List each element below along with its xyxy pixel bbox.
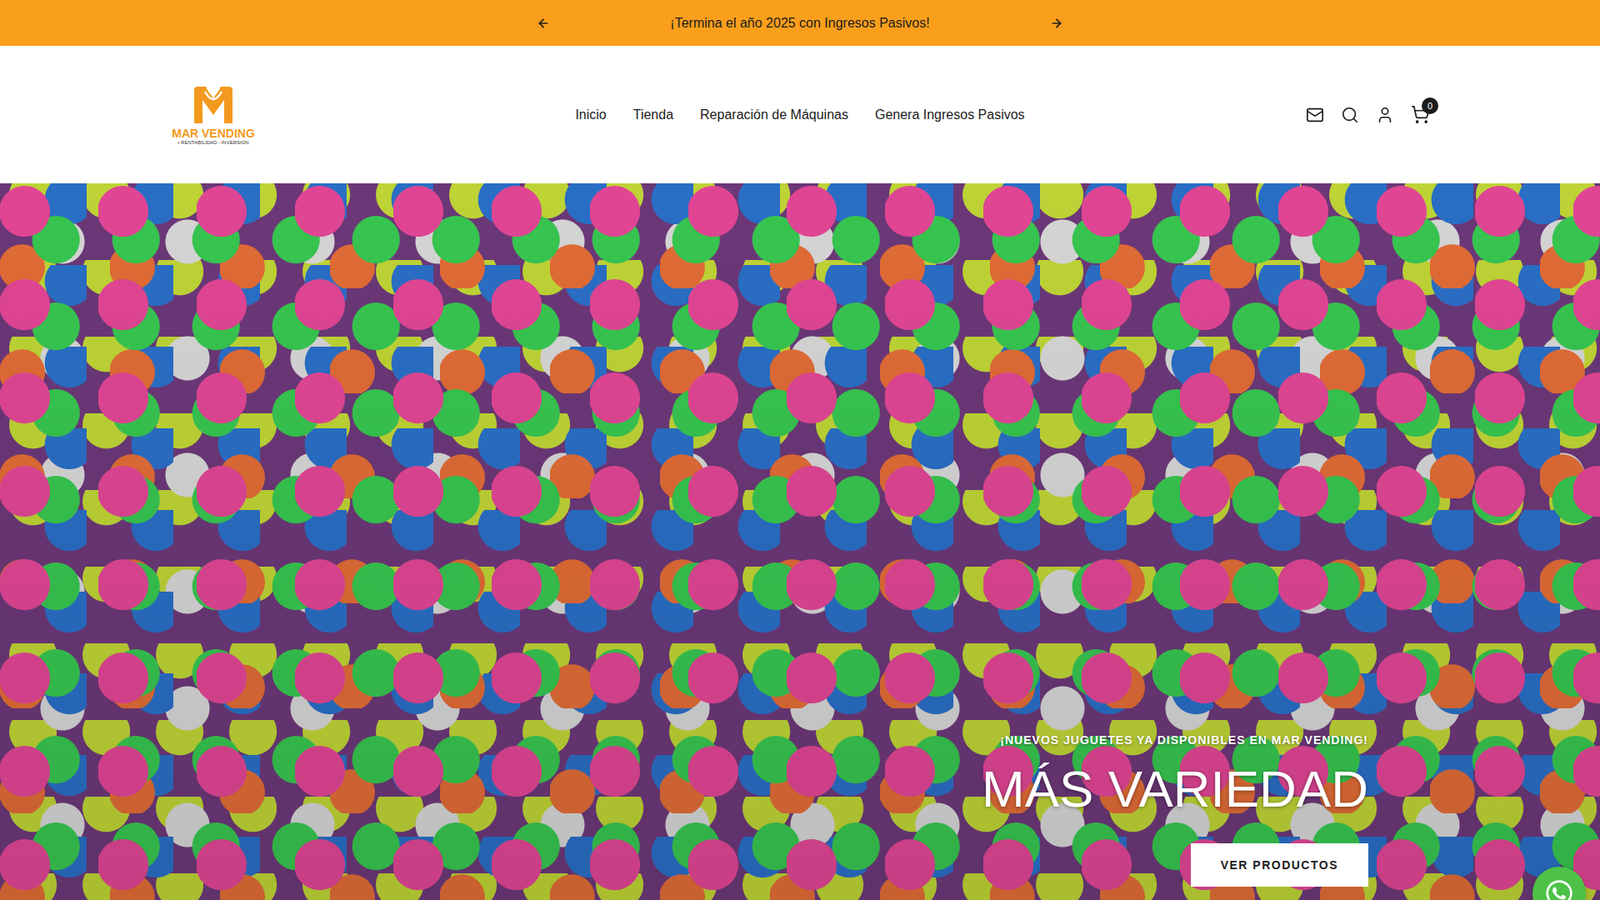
search-button[interactable] xyxy=(1340,105,1360,125)
hero-title: MÁS VARIEDAD xyxy=(981,758,1369,820)
whatsapp-button[interactable] xyxy=(1532,866,1586,900)
mail-icon xyxy=(1305,105,1325,125)
contact-button[interactable] xyxy=(1305,105,1325,125)
arrow-right-icon xyxy=(1050,16,1064,30)
nav-link[interactable]: Inicio xyxy=(575,107,606,123)
announcement-text: ¡Termina el año 2025 con Ingresos Pasivo… xyxy=(670,15,930,31)
previous-button[interactable] xyxy=(533,13,554,34)
next-button[interactable] xyxy=(1046,13,1067,34)
announcement-bar: ¡Termina el año 2025 con Ingresos Pasivo… xyxy=(0,0,1600,46)
arrow-left-icon xyxy=(536,16,550,30)
cart-count-badge: 0 xyxy=(1421,97,1439,115)
header: MAR VENDING• RENTABILIDAD - INVERSION Ini… xyxy=(0,45,1600,184)
nav-link[interactable]: Genera Ingresos Pasivos xyxy=(875,107,1025,123)
hero-button[interactable]: VER PRODUCTOS xyxy=(1190,843,1369,887)
search-icon xyxy=(1340,105,1360,125)
hero-eyebrow: ¡NUEVOS JUGUETES YA DISPONIBLES EN MAR V… xyxy=(1000,733,1369,747)
cart-button[interactable]: 0 xyxy=(1410,105,1430,125)
main-nav: Inicio Tienda Reparación de Máquinas Genera… xyxy=(575,107,1025,123)
account-button[interactable] xyxy=(1375,105,1395,125)
nav-link[interactable]: Reparación de Máquinas xyxy=(700,107,849,123)
nav-link[interactable]: Tienda xyxy=(633,107,674,123)
page: ¡Termina el año 2025 con Ingresos Pasivo… xyxy=(0,0,1600,900)
logo[interactable]: MAR VENDING• RENTABILIDAD - INVERSION xyxy=(170,85,257,145)
logo-name: MAR VENDING xyxy=(171,126,255,140)
logo-mark-icon xyxy=(190,85,236,125)
hero-banner: ¡NUEVOS JUGUETES YA DISPONIBLES EN MAR V… xyxy=(0,183,1600,900)
logo-tagline: • RENTABILIDAD - INVERSION xyxy=(177,140,249,145)
header-actions: 0 xyxy=(1025,105,1430,125)
whatsapp-icon xyxy=(1544,878,1575,900)
user-icon xyxy=(1375,105,1395,125)
